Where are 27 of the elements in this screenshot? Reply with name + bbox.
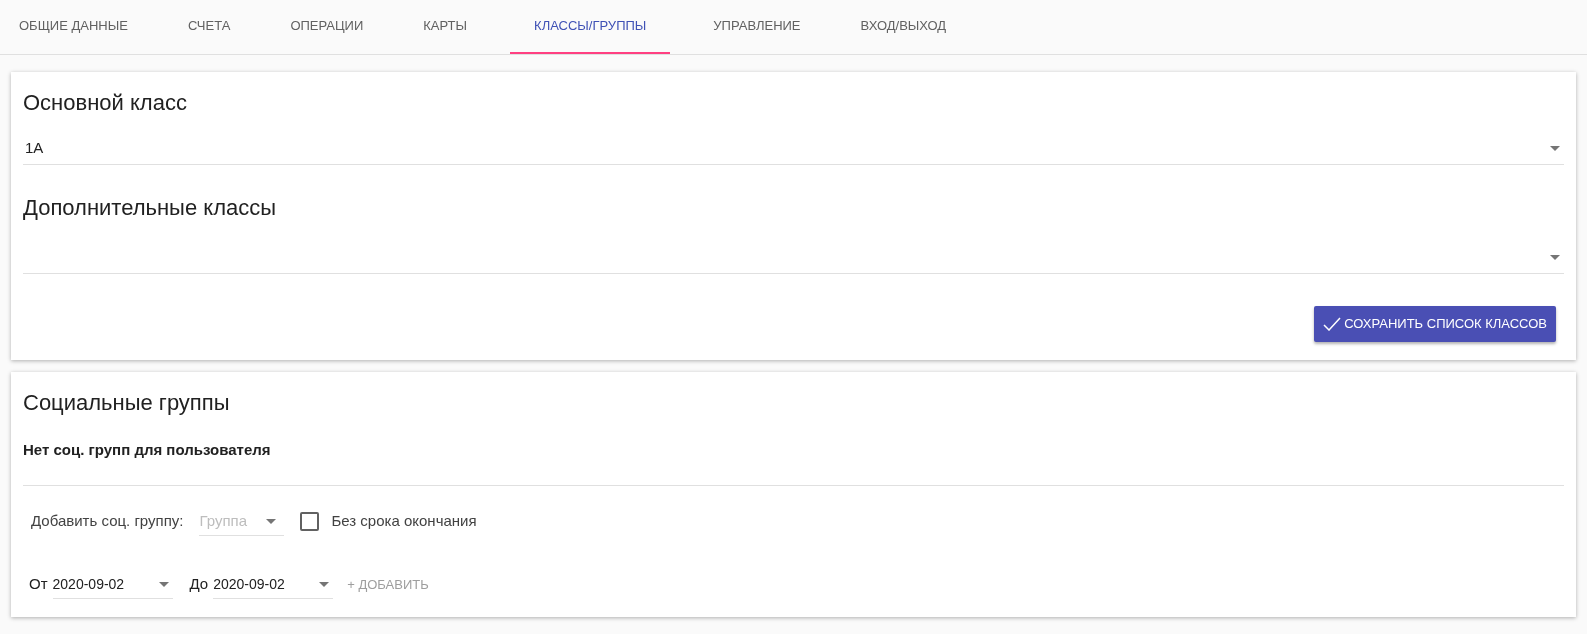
dropdown-caret-icon (1550, 255, 1560, 260)
from-label: От (29, 574, 48, 595)
tab[interactable]: УПРАВЛЕНИЕ (696, 0, 818, 54)
checkbox[interactable] (300, 512, 320, 531)
section-title: Основной класс (23, 89, 187, 117)
dropdown-caret-icon (266, 518, 277, 524)
to-label: До (189, 574, 209, 595)
empty-message: Нет соц. групп для пользователя (23, 440, 271, 460)
add-label: Добавить соц. группу: (31, 511, 184, 532)
tab[interactable]: ОБЩИЕ ДАННЫЕ (2, 0, 145, 54)
dropdown-caret-icon (1550, 146, 1560, 151)
date-field[interactable]: 2020-09-02 (52, 570, 173, 599)
tab[interactable]: КАРТЫ (406, 0, 485, 54)
select-value: 1А (25, 138, 44, 159)
checkmark-icon (1323, 317, 1342, 331)
dropdown-caret-icon (319, 581, 330, 587)
section-title: Дополнительные классы (23, 194, 277, 222)
date-field[interactable]: 2020-09-02 (213, 570, 334, 599)
checkbox-label: Без срока окончания (331, 511, 477, 532)
tab[interactable]: КЛАССЫ/ГРУППЫ (510, 0, 671, 54)
select-field[interactable]: 1А (23, 133, 1564, 165)
tab[interactable]: ВХОД/ВЫХОД (843, 0, 964, 54)
dropdown-caret-icon (158, 581, 169, 587)
section-title: Социальные группы (23, 389, 230, 417)
save-button[interactable]: СОХРАНИТЬ СПИСОК КЛАССОВ (1314, 306, 1556, 342)
tab[interactable]: ОПЕРАЦИИ (273, 0, 381, 54)
tab[interactable]: СЧЕТА (170, 0, 248, 54)
